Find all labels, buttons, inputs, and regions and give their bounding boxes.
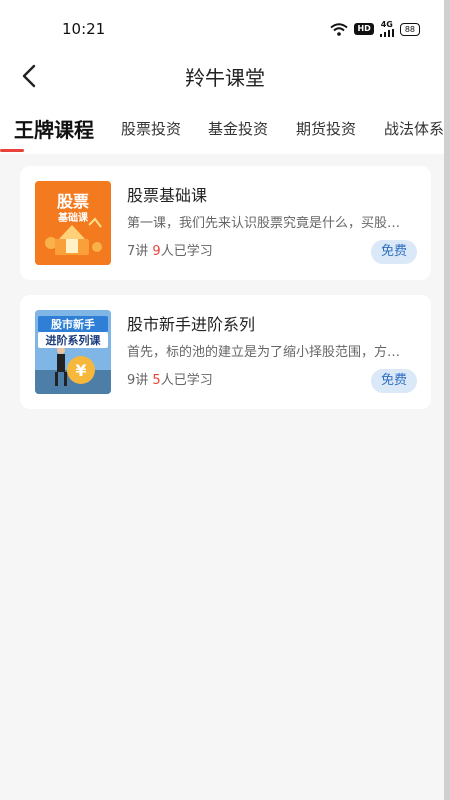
status-bar: 10:21 HD 4G 88: [0, 0, 450, 58]
page-title: 羚牛课堂: [185, 66, 265, 90]
hd-badge: HD: [354, 23, 374, 35]
status-time: 10:21: [62, 20, 106, 38]
svg-text:¥: ¥: [75, 361, 86, 380]
free-badge[interactable]: 免费: [370, 369, 417, 393]
active-tab-indicator: [0, 149, 24, 152]
tab-fund-investing[interactable]: 基金投资: [208, 118, 268, 139]
course-meta: 7讲 9人已学习: [127, 240, 213, 259]
course-description: 首先，标的池的建立是为了缩小择股范围，方…: [127, 345, 401, 360]
status-icons: HD 4G 88: [330, 21, 420, 37]
thumb-subtitle: 基础课: [58, 213, 88, 224]
signal-icon: 4G: [379, 20, 394, 37]
lesson-count: 7讲: [127, 244, 149, 259]
scrollbar[interactable]: [444, 0, 450, 800]
course-title: 股票基础课: [127, 186, 208, 205]
course-meta: 9讲 5人已学习: [127, 369, 213, 388]
learner-suffix: 人已学习: [160, 373, 213, 388]
free-badge[interactable]: 免费: [370, 240, 417, 264]
wifi-icon: [330, 22, 349, 36]
tab-stock-investing[interactable]: 股票投资: [121, 118, 181, 139]
learner-count: 9: [152, 244, 161, 259]
course-description: 第一课，我们先来认识股票究竟是什么，买股…: [127, 216, 401, 231]
tab-futures-investing[interactable]: 期货投资: [296, 118, 356, 139]
learner-count: 5: [152, 373, 161, 388]
learner-suffix: 人已学习: [160, 244, 213, 259]
lesson-count: 9讲: [127, 373, 149, 388]
thumb-title: 股市新手: [38, 316, 108, 332]
tab-strategy-system[interactable]: 战法体系: [384, 118, 444, 139]
category-tabs: 王牌课程 股票投资 基金投资 期货投资 战法体系: [0, 98, 450, 154]
course-thumbnail: 股票 基础课: [35, 181, 111, 265]
course-card[interactable]: 股票 基础课 股票基础课 第一课，我们先来认识股票究竟是什么，买股… 7讲 9人…: [20, 166, 431, 280]
course-card[interactable]: ¥ 股市新手 进阶系列课 股市新手进阶系列 首先，标的池的建立是为了缩小择股范围…: [20, 295, 431, 409]
course-title: 股市新手进阶系列: [127, 315, 256, 334]
course-thumbnail: ¥ 股市新手 进阶系列课: [35, 310, 111, 394]
network-label: 4G: [380, 20, 393, 29]
battery-indicator: 88: [399, 22, 420, 36]
title-bar: 羚牛课堂: [0, 58, 450, 98]
thumb-subtitle: 进阶系列课: [38, 332, 108, 348]
tab-ace-courses[interactable]: 王牌课程: [14, 114, 94, 143]
